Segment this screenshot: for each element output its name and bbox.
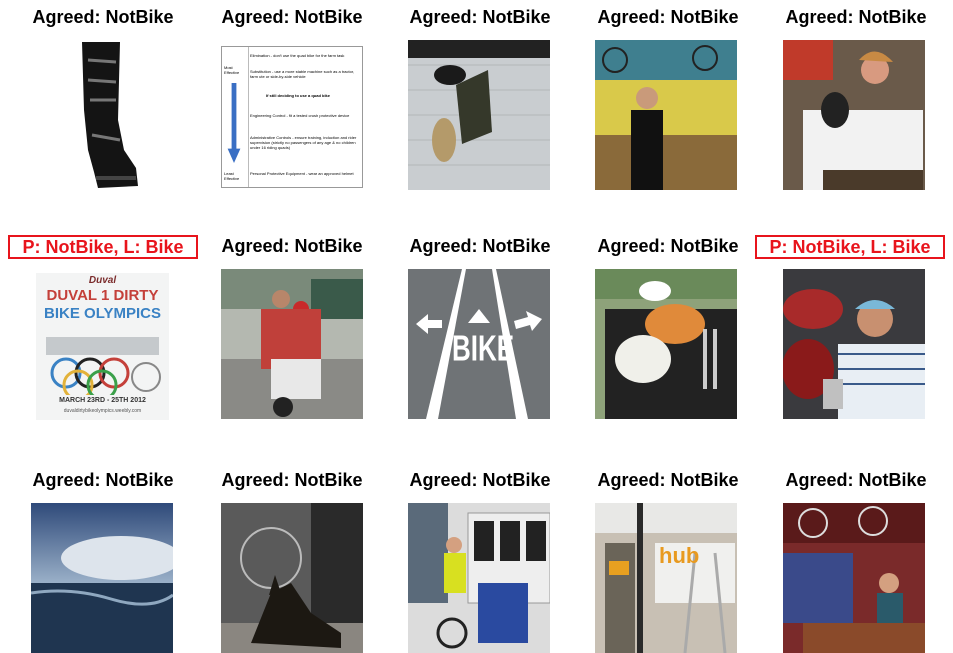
cell-label-mismatch: P: NotBike, L: Bike bbox=[755, 235, 945, 259]
thumb-family-scooter bbox=[221, 269, 363, 419]
poster-date: MARCH 23RD - 25TH 2012 bbox=[59, 397, 146, 404]
doc-line: Administrative Controls - ensure trainin… bbox=[250, 135, 357, 150]
cell-label: Agreed: NotBike bbox=[785, 7, 927, 27]
thumb-cyclist-bus bbox=[408, 503, 550, 653]
doc-most-effective: Most Effective bbox=[224, 65, 240, 75]
thumb-bike-lane: BIKE bbox=[408, 269, 550, 419]
cell-label: Agreed: NotBike bbox=[221, 236, 363, 256]
cell-label: Agreed: NotBike bbox=[409, 470, 551, 490]
cell-label: Agreed: NotBike bbox=[221, 470, 363, 490]
thumb-bike-shop-man bbox=[595, 40, 737, 190]
thumb-document: Most Effective Least Effective Eliminati… bbox=[221, 46, 363, 188]
road-text: BIKE bbox=[452, 327, 515, 369]
cell-label: Agreed: NotBike bbox=[409, 236, 551, 256]
cell-label-mismatch: P: NotBike, L: Bike bbox=[8, 235, 198, 259]
cell-label: Agreed: NotBike bbox=[597, 236, 739, 256]
poster-top: Duval bbox=[88, 275, 117, 286]
cell-label: Agreed: NotBike bbox=[32, 470, 174, 490]
store-sign: hub bbox=[659, 543, 700, 568]
doc-line: Substitution - use a more stable machine… bbox=[250, 69, 355, 79]
image-grid: Agreed: NotBike Agreed: NotBike Most Eff… bbox=[0, 0, 953, 653]
thumb-trophy-man bbox=[783, 269, 925, 419]
thumb-storefront: hub bbox=[595, 503, 737, 653]
thumb-bike-store bbox=[783, 503, 925, 653]
cell-label: Agreed: NotBike bbox=[597, 7, 739, 27]
doc-line: Personal Protective Equipment - wear an … bbox=[250, 171, 354, 176]
doc-line: Engineering Control - fit a tested crush… bbox=[250, 113, 350, 118]
poster-line2: BIKE OLYMPICS bbox=[44, 305, 161, 322]
thumb-boot bbox=[68, 40, 145, 190]
cell-label: Agreed: NotBike bbox=[409, 7, 551, 27]
doc-line: If still deciding to use a quad bike bbox=[266, 93, 331, 98]
cell-label: Agreed: NotBike bbox=[785, 470, 927, 490]
cell-label: Agreed: NotBike bbox=[221, 7, 363, 27]
poster-url: duvaldirtybikeolympics.weebly.com bbox=[63, 408, 142, 414]
doc-line: Elimination - don't use the quad bike fo… bbox=[250, 53, 345, 58]
cell-label: Agreed: NotBike bbox=[597, 470, 739, 490]
cell-label: Agreed: NotBike bbox=[32, 7, 174, 27]
poster-line1: DUVAL 1 DIRTY bbox=[46, 287, 159, 304]
doc-least-effective: Least Effective bbox=[224, 171, 240, 181]
thumb-breakfast bbox=[595, 269, 737, 419]
thumb-olympics-poster: Duval DUVAL 1 DIRTY BIKE OLYMPICS MARCH … bbox=[36, 273, 169, 420]
thumb-woman-dog bbox=[783, 40, 925, 190]
thumb-wall-object bbox=[408, 40, 550, 190]
thumb-dog-bike bbox=[221, 503, 363, 653]
thumb-waterfall bbox=[31, 503, 173, 653]
